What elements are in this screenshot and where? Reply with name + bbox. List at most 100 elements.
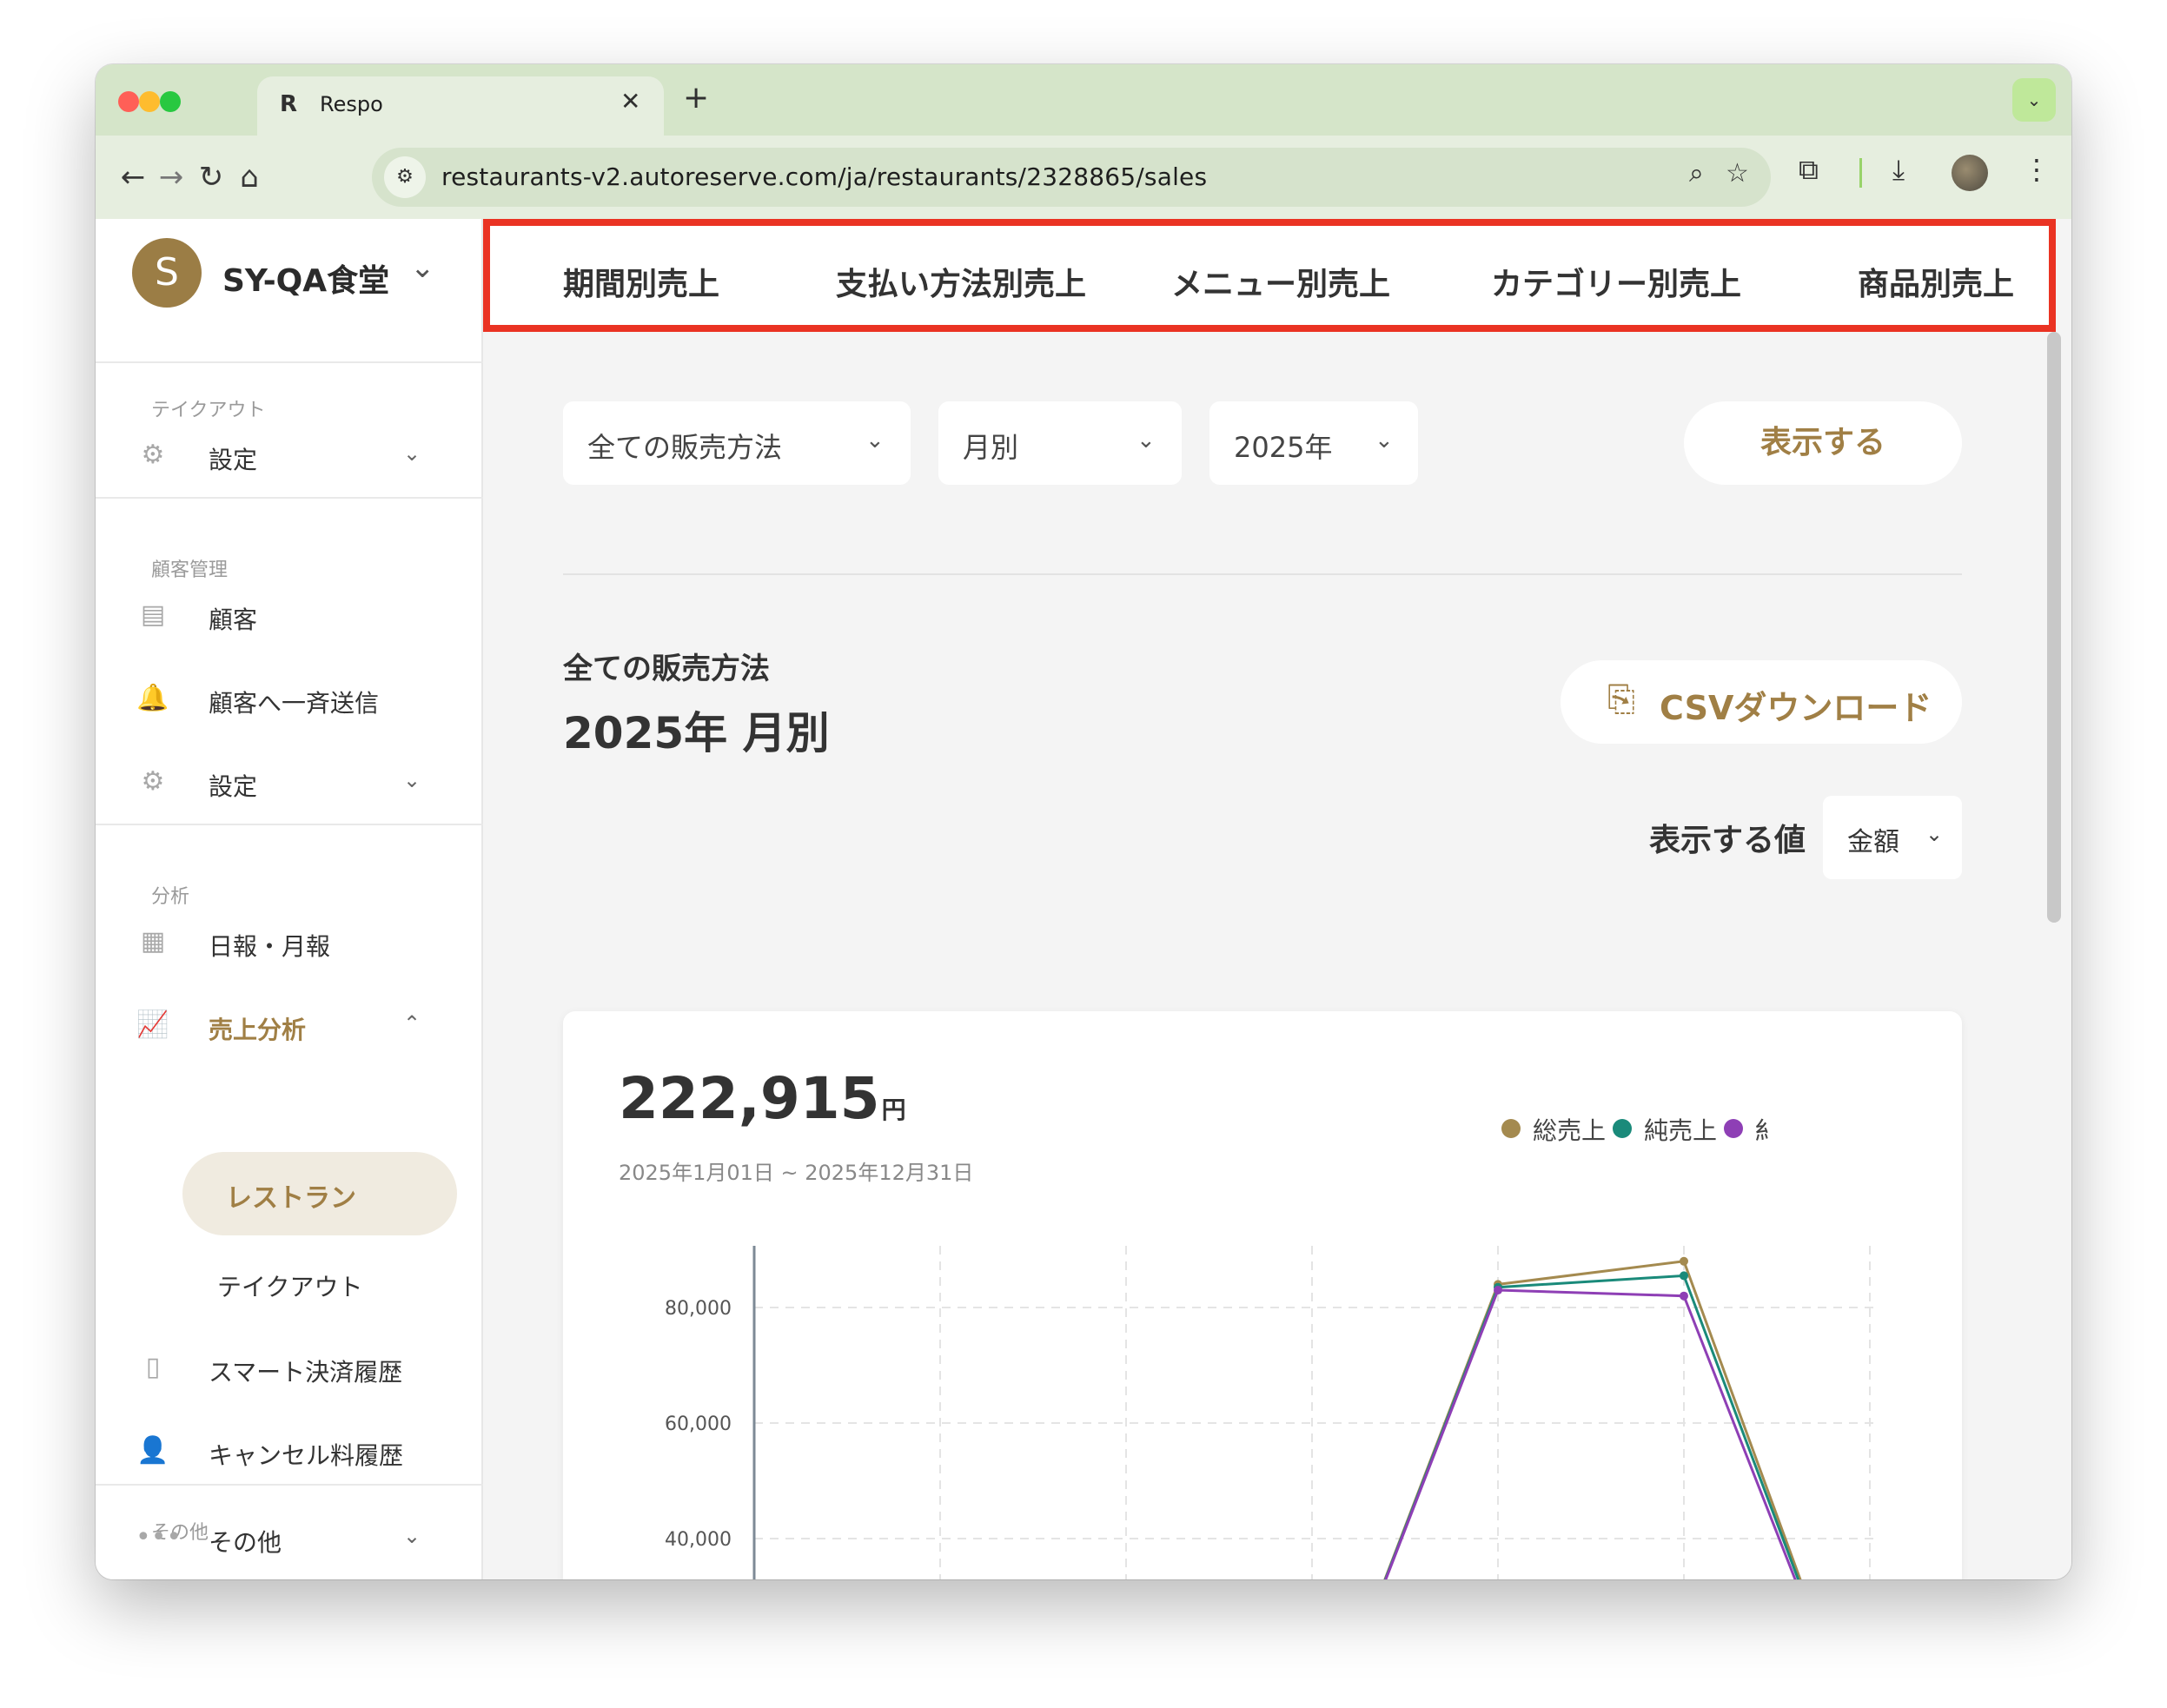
section-title: 2025年 月別: [563, 708, 830, 758]
section-heading-takeout: テイクアウト: [151, 400, 266, 421]
data-point: [1680, 1256, 1688, 1266]
sidebar-item-takeout-sales[interactable]: テイクアウト: [96, 1256, 483, 1308]
chevron-down-icon[interactable]: ⌄: [410, 250, 435, 285]
chevron-down-icon: ⌄: [403, 1524, 421, 1548]
chevron-up-icon: ⌃: [403, 1011, 421, 1036]
data-point: [1680, 1271, 1688, 1281]
chevron-down-icon: ⌄: [1375, 427, 1394, 453]
back-icon[interactable]: ←: [111, 156, 155, 198]
more-dots-icon: •••: [136, 1522, 182, 1552]
sidebar-item-takeout-settings[interactable]: ⚙ 設定 ⌄: [96, 429, 483, 481]
sidebar-item-label: 設定: [209, 446, 258, 474]
extensions-icon[interactable]: ⧉: [1799, 153, 1819, 187]
sidebar-item-sales-analysis[interactable]: 📈 売上分析 ⌃: [96, 999, 483, 1051]
csv-download-button[interactable]: ⎘ CSVダウンロード: [1561, 660, 1962, 744]
select-value: 全ての販売方法: [587, 431, 783, 464]
gear-icon: ⚙: [141, 440, 165, 470]
download-icon[interactable]: ⤓: [1892, 153, 1905, 187]
y-tick-label: 40,000: [665, 1529, 732, 1551]
tab-menu-sales[interactable]: メニュー別売上: [1171, 259, 1390, 304]
section-subtitle: 全ての販売方法: [563, 652, 770, 686]
bookmark-star-icon[interactable]: ☆: [1726, 158, 1749, 189]
address-bar[interactable]: ⚙ restaurants-v2.autoreserve.com/ja/rest…: [372, 148, 1771, 207]
contact-card-icon: ▤: [140, 599, 166, 630]
close-window-button[interactable]: [118, 91, 139, 112]
select-value: 2025年: [1234, 431, 1333, 464]
site-settings-icon[interactable]: ⚙: [384, 156, 426, 198]
csv-download-label: CSVダウンロード: [1660, 689, 1932, 727]
sidebar-item-label: テイクアウト: [217, 1273, 363, 1301]
bell-icon: 🔔: [136, 683, 169, 713]
browser-window: R Respo ✕ + ⌄ ← → ↻ ⌂ ⚙ restaurants-v2.a…: [96, 64, 2071, 1579]
data-point: [1680, 1291, 1688, 1301]
sidebar: S SY-QA食堂 ⌄ テイクアウト ⚙ 設定 ⌄ 顧客管理 ▤ 顧客 🔔 顧客…: [96, 219, 483, 1579]
home-icon[interactable]: ⌂: [228, 156, 271, 198]
display-value-select[interactable]: 金額 ⌄: [1823, 796, 1962, 879]
sidebar-item-daily-monthly[interactable]: ▦ 日報・月報: [96, 916, 483, 968]
sidebar-item-label: スマート決済履歴: [209, 1358, 403, 1387]
reload-icon[interactable]: ↻: [189, 156, 233, 198]
sidebar-item-label: 売上分析: [209, 1016, 307, 1044]
restaurant-name[interactable]: SY-QA食堂: [222, 255, 389, 301]
sidebar-item-label: その他: [209, 1528, 282, 1557]
sales-report-tabs: 期間別売上 支払い方法別売上 メニュー別売上 カテゴリー別売上 商品別売上: [483, 219, 2056, 332]
chevron-down-icon: ⌄: [865, 427, 885, 453]
toolbar-separator: [1859, 158, 1862, 188]
sidebar-item-broadcast[interactable]: 🔔 顧客へ一斉送信: [96, 672, 483, 725]
sidebar-item-label: 設定: [209, 772, 258, 801]
y-tick-label: 80,000: [665, 1298, 732, 1320]
sidebar-item-label: 顧客へ一斉送信: [209, 689, 380, 718]
divider: [96, 497, 483, 499]
line-chart-icon: 📈: [136, 1010, 169, 1040]
tab-product-sales[interactable]: 商品別売上: [1858, 259, 2014, 304]
sidebar-item-customers[interactable]: ▤ 顧客: [96, 589, 483, 641]
gear-icon: ⚙: [141, 766, 165, 797]
section-heading-customers: 顧客管理: [151, 559, 229, 581]
tab-payment-method-sales[interactable]: 支払い方法別売上: [836, 259, 1086, 304]
browser-tab[interactable]: R Respo ✕: [257, 76, 664, 136]
scrollbar[interactable]: [2047, 332, 2061, 923]
y-tick-label: 60,000: [665, 1413, 732, 1435]
menu-kebab-icon[interactable]: ⋮: [2023, 153, 2051, 186]
maximize-window-button[interactable]: [160, 91, 181, 112]
select-value: 金額: [1847, 827, 1899, 857]
divider: [96, 361, 483, 363]
tab-search-icon[interactable]: ⌄: [2012, 78, 2056, 122]
sales-chart-card: 222,915円 2025年1月01日 ~ 2025年12月31日 総売上 純売…: [563, 1011, 1962, 1579]
sidebar-item-label: 日報・月報: [209, 932, 331, 961]
sidebar-item-customer-settings[interactable]: ⚙ 設定 ⌄: [96, 756, 483, 808]
display-value-label: 表示する値: [1649, 823, 1806, 858]
forward-icon[interactable]: →: [149, 156, 193, 198]
chevron-down-icon: ⌄: [1925, 822, 1944, 846]
divider: [96, 824, 483, 825]
chevron-down-icon: ⌄: [403, 768, 421, 792]
sidebar-item-restaurant[interactable]: レストラン: [182, 1152, 457, 1235]
restaurant-avatar[interactable]: S: [132, 238, 202, 308]
year-select[interactable]: 2025年 ⌄: [1209, 401, 1418, 485]
sidebar-item-label: キャンセル料履歴: [209, 1441, 404, 1470]
tab-bar: R Respo ✕ + ⌄: [96, 64, 2071, 136]
data-point: [1494, 1286, 1502, 1295]
profile-avatar[interactable]: [1952, 155, 1988, 191]
minimize-window-button[interactable]: [139, 91, 160, 112]
new-tab-icon[interactable]: +: [683, 80, 709, 116]
close-tab-icon[interactable]: ✕: [620, 87, 640, 116]
chevron-down-icon: ⌄: [403, 441, 421, 466]
favicon-icon: R: [280, 91, 298, 117]
url-text: restaurants-v2.autoreserve.com/ja/restau…: [441, 162, 1208, 191]
file-download-icon: ⎘: [1607, 679, 1635, 719]
tab-title: Respo: [320, 92, 383, 116]
clipboard-icon: ▦: [140, 926, 166, 957]
person-remove-icon: 👤: [136, 1435, 169, 1466]
period-type-select[interactable]: 月別 ⌄: [938, 401, 1182, 485]
sales-method-select[interactable]: 全ての販売方法 ⌄: [563, 401, 911, 485]
divider: [563, 573, 1962, 575]
sidebar-item-cancel-fee[interactable]: 👤 キャンセル料履歴: [96, 1425, 483, 1477]
tab-period-sales[interactable]: 期間別売上: [563, 259, 719, 304]
chevron-down-icon: ⌄: [1137, 427, 1156, 453]
sidebar-item-smart-payment[interactable]: ▯ スマート決済履歴: [96, 1341, 483, 1394]
sidebar-item-other[interactable]: ••• その他 ⌄: [96, 1512, 483, 1564]
tab-category-sales[interactable]: カテゴリー別売上: [1491, 259, 1741, 304]
zoom-icon[interactable]: ⌕: [1689, 158, 1704, 189]
show-button[interactable]: 表示する: [1684, 401, 1962, 485]
